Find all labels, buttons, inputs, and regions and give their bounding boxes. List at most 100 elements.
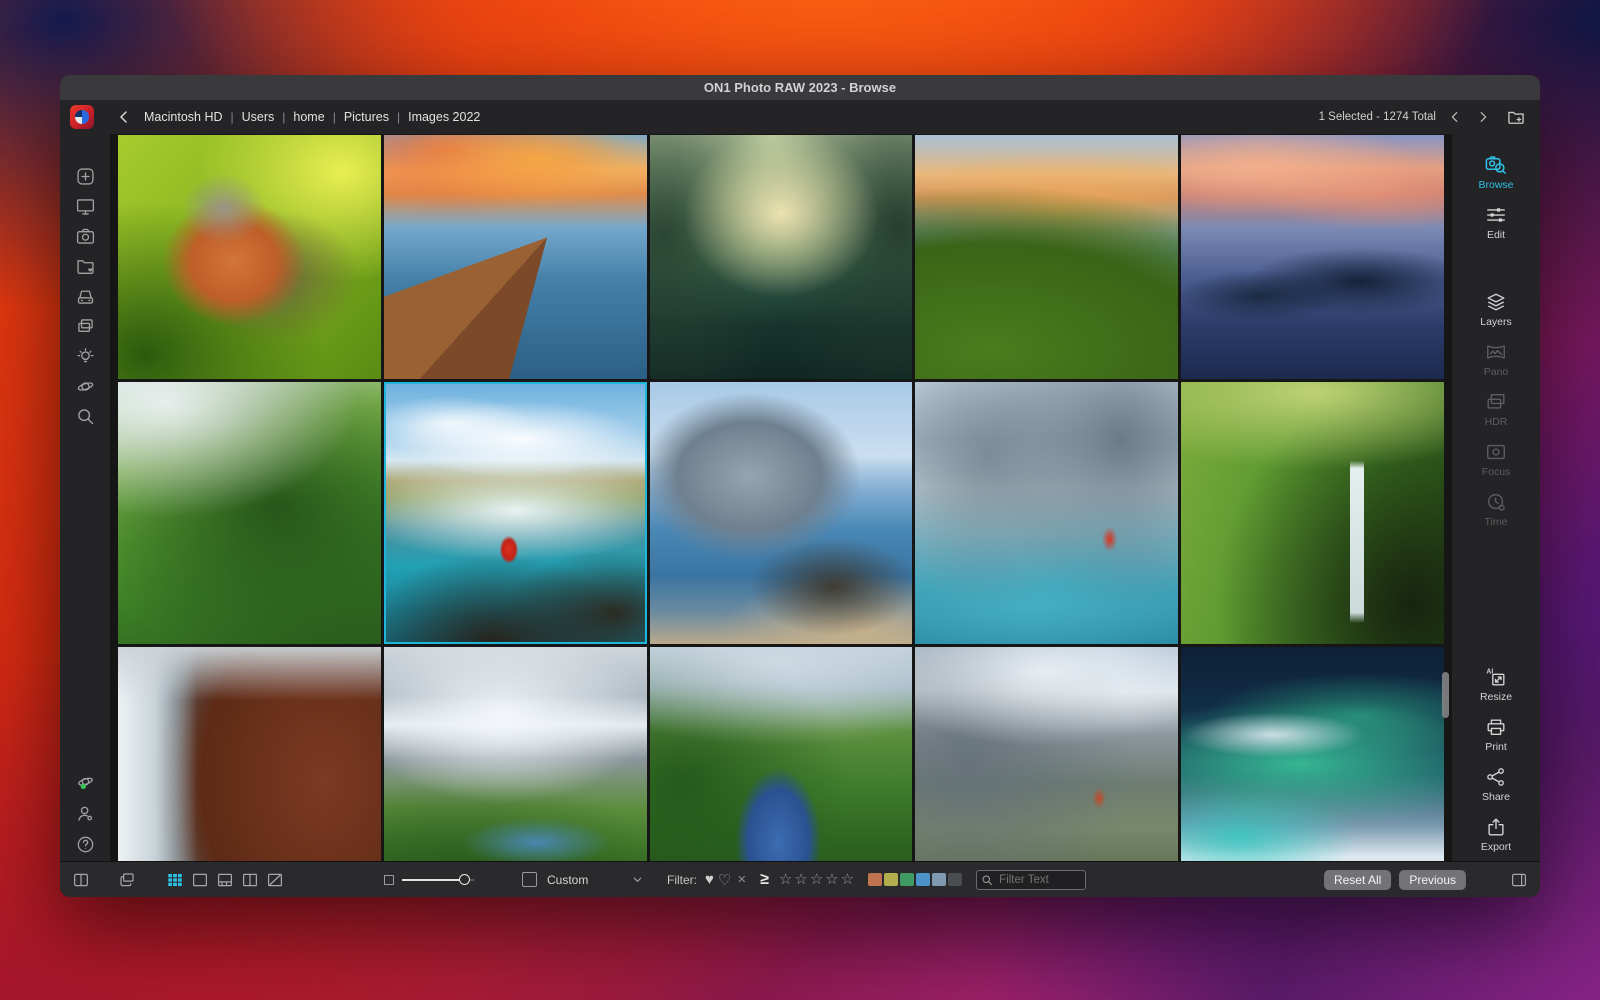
clear-like-icon[interactable]: × (737, 871, 746, 888)
photo-thumbnail[interactable] (384, 647, 647, 861)
star-rating-filter: ☆ ☆ ☆ ☆ ☆ (779, 872, 854, 887)
folder-favorites-icon[interactable] (75, 256, 96, 277)
star-icon[interactable]: ☆ (810, 872, 823, 887)
color-swatch-blue[interactable] (916, 873, 930, 886)
photo-thumbnail[interactable] (915, 382, 1178, 644)
like-filter-group: ♥ ♡ × (705, 871, 746, 889)
help-icon[interactable] (75, 834, 96, 855)
rating-operator[interactable]: ≥ (760, 871, 769, 889)
photo-thumbnail[interactable] (915, 647, 1178, 861)
module-focus[interactable]: Focus (1482, 441, 1511, 478)
window-titlebar[interactable]: ON1 Photo RAW 2023 - Browse (60, 75, 1540, 100)
photo-thumbnail[interactable] (650, 135, 913, 379)
star-icon[interactable]: ☆ (825, 872, 838, 887)
photo-thumbnail[interactable] (1181, 135, 1444, 379)
breadcrumb-item[interactable]: Macintosh HD (144, 110, 223, 124)
focus-icon (1485, 441, 1507, 463)
photo-thumbnail[interactable] (650, 382, 913, 644)
next-photo-button[interactable] (1476, 110, 1490, 124)
photo-thumbnail[interactable] (118, 647, 381, 861)
module-label: Resize (1480, 691, 1512, 703)
grid-scrollbar[interactable] (1442, 672, 1449, 718)
color-swatch-yellow[interactable] (884, 873, 898, 886)
left-panel-toggle-icon[interactable] (72, 871, 90, 889)
breadcrumb-item-current[interactable]: Images 2022 (408, 110, 480, 124)
slider-thumb[interactable] (459, 874, 470, 885)
module-time[interactable]: Time (1485, 491, 1508, 528)
photo-thumbnail-selected[interactable] (384, 382, 647, 644)
sort-value: Custom (547, 873, 588, 887)
color-swatch-red[interactable] (868, 873, 882, 886)
star-icon[interactable]: ☆ (779, 872, 792, 887)
previous-photo-button[interactable] (1448, 110, 1462, 124)
map-view-icon[interactable] (266, 871, 284, 889)
module-print[interactable]: Print (1485, 716, 1507, 753)
chevron-down-icon (632, 874, 643, 885)
sphere-icon[interactable] (75, 376, 96, 397)
module-hdr[interactable]: HDR (1485, 391, 1508, 428)
detail-view-icon[interactable] (191, 871, 209, 889)
search-icon[interactable] (75, 406, 96, 427)
photo-thumbnail[interactable] (118, 135, 381, 379)
photo-thumbnail[interactable] (384, 135, 647, 379)
module-label: Share (1482, 791, 1510, 803)
camera-icon[interactable] (75, 226, 96, 247)
back-button[interactable] (116, 109, 132, 125)
print-icon (1485, 716, 1507, 738)
module-label: Time (1485, 516, 1508, 528)
star-icon[interactable]: ☆ (794, 872, 807, 887)
breadcrumb-item[interactable]: Pictures (344, 110, 389, 124)
color-swatch-green[interactable] (900, 873, 914, 886)
breadcrumb-item[interactable]: Users (242, 110, 275, 124)
module-edit[interactable]: Edit (1485, 204, 1507, 241)
star-icon[interactable]: ☆ (841, 872, 854, 887)
module-pano[interactable]: Pano (1484, 341, 1509, 378)
sync-status-icon[interactable] (75, 772, 96, 793)
add-folder-icon[interactable] (1506, 107, 1526, 127)
previous-button[interactable]: Previous (1399, 870, 1466, 890)
sort-dropdown[interactable]: Custom (547, 873, 643, 887)
module-label: Layers (1480, 316, 1512, 328)
add-icon[interactable] (75, 166, 96, 187)
display-icon[interactable] (75, 196, 96, 217)
breadcrumb-separator: | (397, 110, 400, 124)
photo-thumbnail[interactable] (915, 135, 1178, 379)
heart-outline-icon[interactable]: ♡ (718, 871, 731, 889)
color-swatch-steel[interactable] (932, 873, 946, 886)
photo-thumbnail[interactable] (118, 382, 381, 644)
module-browse[interactable]: Browse (1478, 153, 1513, 191)
thumbnail-size-slider[interactable] (402, 873, 474, 887)
module-label: Focus (1482, 466, 1511, 478)
module-layers[interactable]: Layers (1480, 291, 1512, 328)
breadcrumb-item[interactable]: home (293, 110, 324, 124)
color-swatch-gray[interactable] (948, 873, 962, 886)
module-export[interactable]: Export (1481, 816, 1511, 853)
smart-album-icon[interactable] (75, 346, 96, 367)
filter-label: Filter: (667, 873, 697, 887)
module-label: HDR (1485, 416, 1508, 428)
color-label-filter (868, 873, 962, 886)
sort-checkbox[interactable] (522, 872, 537, 887)
photo-thumbnail[interactable] (1181, 647, 1444, 861)
photo-thumbnail[interactable] (1181, 382, 1444, 644)
filmstrip-view-icon[interactable] (216, 871, 234, 889)
reset-all-button[interactable]: Reset All (1324, 870, 1391, 890)
stacked-windows-icon[interactable] (118, 871, 136, 889)
view-mode-group (166, 871, 284, 889)
account-icon[interactable] (75, 803, 96, 824)
module-resize[interactable]: AI Resize (1480, 666, 1512, 703)
local-drives-icon[interactable] (75, 286, 96, 307)
layers-icon (1485, 291, 1507, 313)
duplicates-icon[interactable] (75, 316, 96, 337)
right-panel-toggle-icon[interactable] (1510, 871, 1528, 889)
heart-filled-icon[interactable]: ♥ (705, 871, 714, 888)
photo-thumbnail[interactable] (650, 647, 913, 861)
compare-view-icon[interactable] (241, 871, 259, 889)
pano-icon (1485, 341, 1507, 363)
thumbnail-size-icon[interactable] (384, 875, 394, 885)
photo-grid-area (110, 134, 1452, 861)
module-share[interactable]: Share (1482, 766, 1510, 803)
left-sidebar (60, 134, 110, 861)
search-icon (981, 874, 993, 886)
grid-view-icon[interactable] (166, 871, 184, 889)
